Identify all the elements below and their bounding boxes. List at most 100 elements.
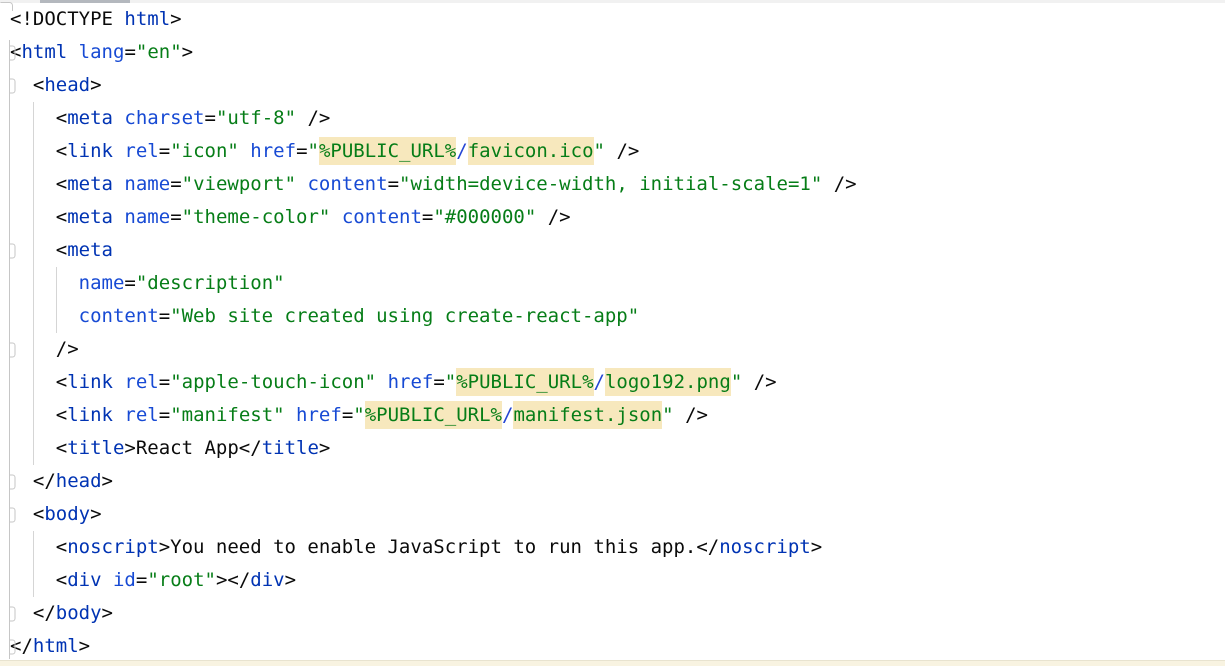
code-line-14: <title>React App</title> — [0, 432, 1225, 465]
code-token: /> — [605, 140, 639, 162]
code-token: link — [67, 404, 113, 426]
code-line-7: <meta name="theme-color" content="#00000… — [0, 201, 1225, 234]
code-token: = — [342, 404, 353, 426]
code-token: < — [10, 404, 67, 426]
code-token: = — [170, 206, 181, 228]
highlighted-fragment: manifest.json — [513, 401, 662, 429]
code-token: href — [250, 140, 296, 162]
code-token: < — [10, 107, 67, 129]
code-token: = — [124, 41, 135, 63]
code-line-19: </body> — [0, 597, 1225, 630]
fold-gutter[interactable] — [0, 0, 16, 666]
code-token: id — [113, 569, 136, 591]
code-token: "Web site created using create-react-app… — [170, 305, 639, 327]
highlighted-fragment: %PUBLIC_URL% — [365, 401, 502, 429]
code-token: = — [433, 371, 444, 393]
code-line-11: /> — [0, 333, 1225, 366]
code-token: link — [67, 371, 113, 393]
code-token: /> — [822, 173, 856, 195]
code-token: < — [10, 140, 67, 162]
code-token: "icon" — [170, 140, 239, 162]
code-token: / — [594, 371, 605, 393]
code-token — [330, 206, 341, 228]
code-token: < — [10, 173, 67, 195]
code-token: > — [102, 602, 113, 624]
code-token — [285, 404, 296, 426]
code-token — [113, 404, 124, 426]
code-token: = — [159, 140, 170, 162]
code-token: meta — [67, 239, 113, 261]
highlighted-fragment: favicon.ico — [468, 137, 594, 165]
code-token: " — [662, 404, 673, 426]
code-token: name — [124, 173, 170, 195]
code-line-3: <head> — [0, 69, 1225, 102]
code-token: = — [296, 140, 307, 162]
code-token: content — [307, 173, 387, 195]
code-token — [296, 173, 307, 195]
code-token: /> — [742, 371, 776, 393]
code-token: head — [44, 74, 90, 96]
code-token: head — [56, 470, 102, 492]
code-token: title — [262, 437, 319, 459]
code-token — [102, 569, 113, 591]
code-token: = — [124, 272, 135, 294]
code-token: "width=device-width, initial-scale=1" — [399, 173, 822, 195]
code-token: < — [10, 536, 67, 558]
code-editor[interactable]: <!DOCTYPE html><html lang="en"> <head> <… — [0, 0, 1225, 666]
code-token: > — [319, 437, 330, 459]
code-token: "manifest" — [170, 404, 284, 426]
highlighted-fragment: %PUBLIC_URL% — [456, 368, 593, 396]
code-token — [113, 371, 124, 393]
code-token: > — [90, 503, 101, 525]
code-token: "apple-touch-icon" — [170, 371, 376, 393]
fold-marks — [1, 3, 16, 660]
code-token: > — [102, 470, 113, 492]
code-line-5: <link rel="icon" href="%PUBLIC_URL%/favi… — [0, 135, 1225, 168]
code-token: "root" — [147, 569, 216, 591]
code-token — [113, 107, 124, 129]
code-token: content — [342, 206, 422, 228]
code-token: < — [10, 437, 67, 459]
code-token: = — [205, 107, 216, 129]
code-token: "viewport" — [182, 173, 296, 195]
code-token: link — [67, 140, 113, 162]
code-token: rel — [124, 140, 158, 162]
code-token: < — [10, 239, 67, 261]
code-line-12: <link rel="apple-touch-icon" href="%PUBL… — [0, 366, 1225, 399]
code-token: > — [285, 569, 296, 591]
code-line-9: name="description" — [0, 267, 1225, 300]
code-token: charset — [124, 107, 204, 129]
code-token: html — [124, 8, 170, 30]
code-token: " — [594, 140, 605, 162]
code-line-10: content="Web site created using create-r… — [0, 300, 1225, 333]
code-token: = — [388, 173, 399, 195]
code-token: href — [388, 371, 434, 393]
code-token: > — [170, 8, 181, 30]
code-line-1: <!DOCTYPE html> — [0, 3, 1225, 36]
code-token: /> — [536, 206, 570, 228]
code-token: = — [422, 206, 433, 228]
code-line-2: <html lang="en"> — [0, 36, 1225, 69]
highlighted-fragment: %PUBLIC_URL% — [319, 137, 456, 165]
code-token: div — [67, 569, 101, 591]
code-token: title — [67, 437, 124, 459]
code-token — [113, 173, 124, 195]
code-line-17: <noscript>You need to enable JavaScript … — [0, 531, 1225, 564]
code-line-8: <meta — [0, 234, 1225, 267]
code-token: name — [79, 272, 125, 294]
code-token: / — [456, 140, 467, 162]
code-token: >You need to enable JavaScript to run th… — [159, 536, 720, 558]
code-token: = — [170, 173, 181, 195]
code-token: > — [182, 41, 193, 63]
code-lines: <!DOCTYPE html><html lang="en"> <head> <… — [0, 3, 1225, 663]
code-token — [239, 140, 250, 162]
code-token: > — [90, 74, 101, 96]
code-token: < — [10, 371, 67, 393]
bottom-panel-edge — [0, 660, 1225, 666]
code-line-15: </head> — [0, 465, 1225, 498]
code-token: <!DOCTYPE — [10, 8, 124, 30]
code-token: ></ — [216, 569, 250, 591]
highlighted-fragment: logo192.png — [605, 368, 731, 396]
code-token: > — [811, 536, 822, 558]
code-line-6: <meta name="viewport" content="width=dev… — [0, 168, 1225, 201]
